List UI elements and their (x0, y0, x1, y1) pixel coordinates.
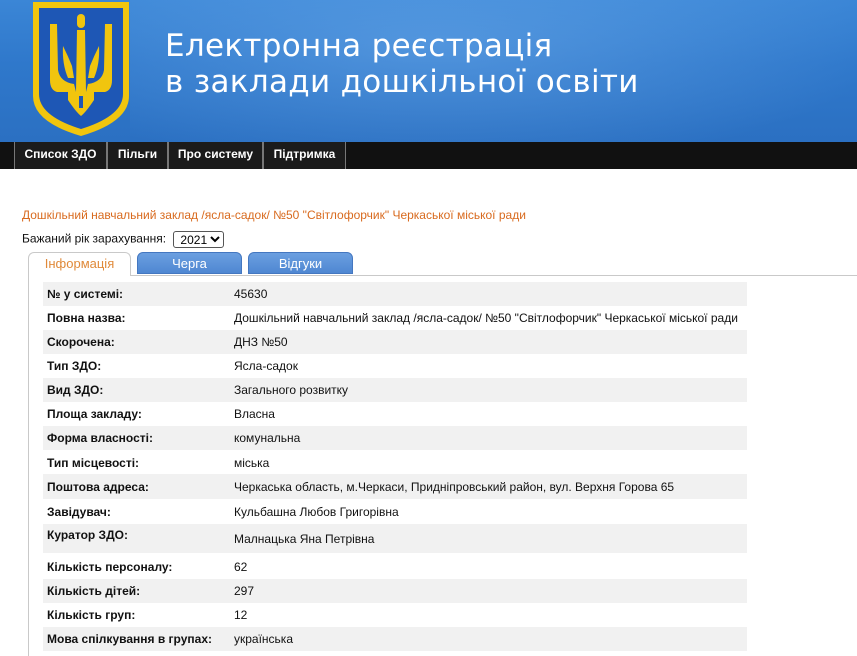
info-label: Вид ЗДО: (47, 383, 104, 397)
info-value: міська (234, 456, 270, 470)
info-label: Тип ЗДО: (47, 359, 102, 373)
tab-queue[interactable]: Черга (137, 252, 242, 274)
info-value: Малнацька Яна Петрівна (234, 532, 375, 546)
info-value: Загального розвитку (234, 383, 349, 397)
nav-item-support[interactable]: Підтримка (263, 142, 346, 169)
info-row-language: Мова спілкування в групах: українська (43, 627, 747, 651)
info-row-system-id: № у системі: 45630 (43, 282, 747, 306)
enrollment-year-row: Бажаний рік зарахування: 2021 (22, 231, 225, 248)
info-label: Кількість дітей: (47, 584, 141, 598)
info-label: Завідувач: (47, 505, 111, 519)
info-row-children-count: Кількість дітей: 297 (43, 579, 747, 603)
info-label: Кількість персоналу: (47, 560, 173, 574)
enrollment-year-select[interactable]: 2021 (173, 231, 225, 248)
info-row-short-name: Скорочена: ДНЗ №50 (43, 330, 747, 354)
info-label: Поштова адреса: (47, 480, 149, 494)
info-row-groups-count: Кількість груп: 12 (43, 603, 747, 627)
info-row-premises: Площа закладу: Власна (43, 402, 747, 426)
institution-title: Дошкільний навчальний заклад /ясла-садок… (22, 208, 526, 222)
info-value: 62 (234, 560, 248, 574)
ukraine-trident-emblem-icon[interactable] (30, 0, 132, 138)
info-value: Черкаська область, м.Черкаси, Придніпров… (234, 480, 675, 494)
nav-item-kindergarten-list[interactable]: Список ЗДО (14, 142, 107, 169)
site-title-line1: Електронна реєстрація (165, 28, 553, 64)
tab-information[interactable]: Інформація (28, 252, 131, 276)
info-row-address: Поштова адреса: Черкаська область, м.Чер… (43, 474, 747, 499)
site-title-line2: в заклади дошкільної освіти (165, 64, 639, 100)
info-value: 45630 (234, 287, 268, 301)
info-row-type: Тип ЗДО: Ясла-садок (43, 354, 747, 378)
info-value: Кульбашна Любов Григорівна (234, 505, 399, 519)
nav-item-benefits[interactable]: Пільги (107, 142, 168, 169)
site-header: Електронна реєстрація в заклади дошкільн… (0, 0, 857, 142)
info-value: українська (234, 632, 293, 646)
main-nav: Список ЗДО Пільги Про систему Підтримка (0, 142, 857, 169)
info-row-full-name: Повна назва: Дошкільний навчальний закла… (43, 306, 747, 330)
info-label: Мова спілкування в групах: (47, 632, 212, 646)
info-value: Власна (234, 407, 275, 421)
tab-reviews[interactable]: Відгуки (248, 252, 353, 274)
info-label: Повна назва: (47, 311, 126, 325)
info-label: Кількість груп: (47, 608, 136, 622)
info-label: Скорочена: (47, 335, 115, 349)
info-value: 297 (234, 584, 255, 598)
info-row-head: Завідувач: Кульбашна Любов Григорівна (43, 499, 747, 524)
info-row-curator: Куратор ЗДО: Малнацька Яна Петрівна (43, 524, 747, 553)
info-label: № у системі: (47, 287, 124, 301)
info-row-staff-count: Кількість персоналу: 62 (43, 555, 747, 579)
info-row-locality-type: Тип місцевості: міська (43, 450, 747, 474)
info-label: Куратор ЗДО: (47, 528, 128, 542)
info-row-ownership: Форма власності: комунальна (43, 426, 747, 450)
info-value: комунальна (234, 431, 301, 445)
info-panel: № у системі: 45630 Повна назва: Дошкільн… (28, 275, 857, 656)
info-label: Площа закладу: (47, 407, 142, 421)
info-label: Тип місцевості: (47, 456, 140, 470)
info-value: 12 (234, 608, 248, 622)
nav-item-about[interactable]: Про систему (168, 142, 263, 169)
info-value: ДНЗ №50 (234, 335, 288, 349)
info-row-kind: Вид ЗДО: Загального розвитку (43, 378, 747, 402)
info-label: Форма власності: (47, 431, 153, 445)
enrollment-year-label: Бажаний рік зарахування: (22, 231, 167, 246)
site-title: Електронна реєстрація в заклади дошкільн… (165, 28, 639, 100)
info-value: Ясла-садок (234, 359, 298, 373)
info-value: Дошкільний навчальний заклад /ясла-садок… (234, 311, 738, 325)
